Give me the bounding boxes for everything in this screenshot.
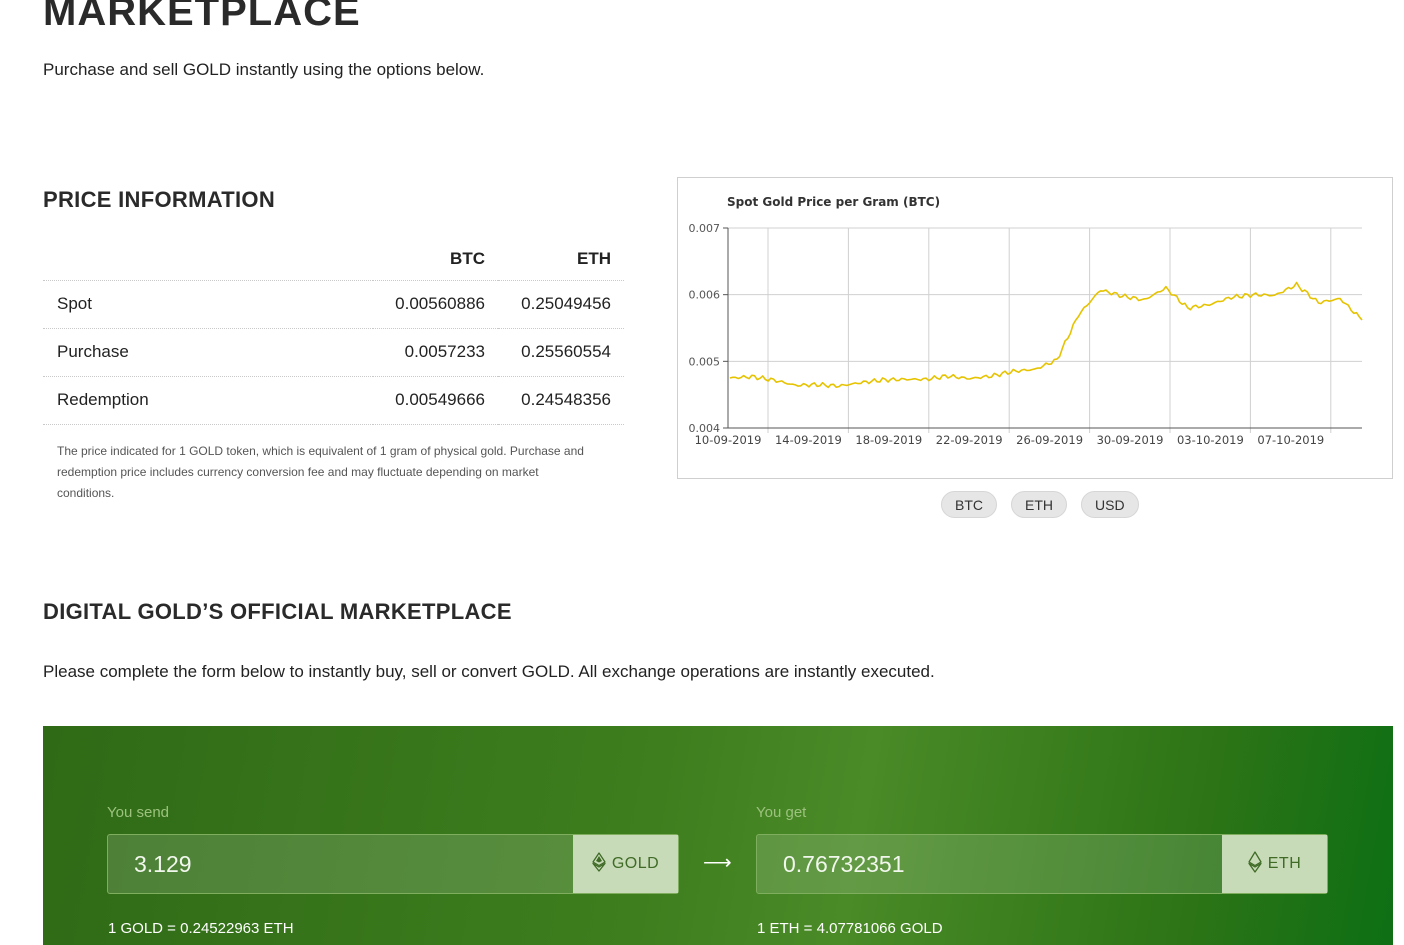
row-eth-value: 0.25049456	[498, 279, 624, 328]
row-eth-value: 0.25560554	[498, 327, 624, 376]
y-tick-label: 0.005	[689, 355, 721, 368]
chart-btn-btc[interactable]: BTC	[941, 491, 997, 518]
price-table: BTC ETH Spot 0.00560886 0.25049456 Purch…	[43, 238, 624, 425]
eth-diamond-icon	[1248, 850, 1262, 878]
chart-svg: Spot Gold Price per Gram (BTC) 0.007 0.006…	[689, 195, 1363, 447]
get-currency-selector[interactable]: ETH	[1222, 835, 1327, 893]
table-row: Purchase 0.0057233 0.25560554	[43, 327, 624, 376]
send-amount-input[interactable]: 3.129	[108, 835, 573, 893]
row-label: Purchase	[43, 327, 373, 376]
row-label: Spot	[43, 279, 373, 328]
chart-btn-eth[interactable]: ETH	[1011, 491, 1067, 518]
header-empty	[43, 238, 373, 280]
send-label: You send	[107, 804, 170, 821]
x-tick-label: 18-09-2019	[855, 433, 922, 447]
x-tick-label: 22-09-2019	[936, 433, 1003, 447]
get-field[interactable]: 0.76732351 ETH	[756, 834, 1328, 894]
x-tick-label: 03-10-2019	[1177, 433, 1244, 447]
y-tick-label: 0.007	[689, 222, 721, 235]
row-eth-value: 0.24548356	[498, 375, 624, 425]
get-amount-input[interactable]: 0.76732351	[757, 835, 1222, 893]
send-currency-selector[interactable]: GOLD	[573, 835, 678, 893]
table-row: Spot 0.00560886 0.25049456	[43, 279, 624, 328]
table-row: Redemption 0.00549666 0.24548356	[43, 375, 624, 425]
x-tick-label: 26-09-2019	[1016, 433, 1083, 447]
chart-currency-toggle: BTC ETH USD	[941, 491, 1139, 518]
price-table-header: BTC ETH	[43, 238, 624, 280]
get-label: You get	[756, 804, 807, 821]
price-series-line	[729, 281, 1363, 389]
send-currency-label: GOLD	[611, 855, 660, 872]
marketplace-title: DIGITAL GOLD’S OFFICIAL MARKETPLACE	[43, 599, 512, 624]
header-btc: BTC	[450, 248, 485, 268]
header-eth: ETH	[577, 248, 611, 268]
page-title: MARKETPLACE	[43, 0, 361, 34]
send-field[interactable]: 3.129 GOLD	[107, 834, 679, 894]
page-subtitle: Purchase and sell GOLD instantly using t…	[43, 60, 485, 79]
arrow-right-icon: ⟶	[703, 852, 732, 874]
chart-title: Spot Gold Price per Gram (BTC)	[727, 195, 940, 209]
x-tick-label: 30-09-2019	[1097, 433, 1164, 447]
row-btc-value: 0.00560886	[373, 279, 498, 328]
price-info-title: PRICE INFORMATION	[43, 187, 276, 212]
eth-diamond-icon	[592, 851, 606, 877]
row-btc-value: 0.0057233	[373, 327, 498, 376]
get-currency-label: ETH	[1267, 855, 1302, 872]
get-rate: 1 ETH = 4.07781066 GOLD	[757, 920, 943, 937]
x-tick-label: 10-09-2019	[695, 433, 762, 447]
x-tick-label: 07-10-2019	[1257, 433, 1324, 447]
x-tick-label: 14-09-2019	[775, 433, 842, 447]
marketplace-description: Please complete the form below to instan…	[43, 662, 935, 681]
chart-btn-usd[interactable]: USD	[1081, 491, 1139, 518]
exchange-panel: You send 3.129 GOLD 1 GOLD = 0.24522963 …	[43, 726, 1393, 945]
y-tick-label: 0.006	[689, 289, 721, 302]
send-rate: 1 GOLD = 0.24522963 ETH	[108, 920, 294, 937]
price-note: The price indicated for 1 GOLD token, wh…	[57, 444, 584, 500]
row-label: Redemption	[43, 375, 373, 425]
price-chart: Spot Gold Price per Gram (BTC) 0.007 0.006…	[677, 177, 1393, 479]
row-btc-value: 0.00549666	[373, 375, 498, 425]
